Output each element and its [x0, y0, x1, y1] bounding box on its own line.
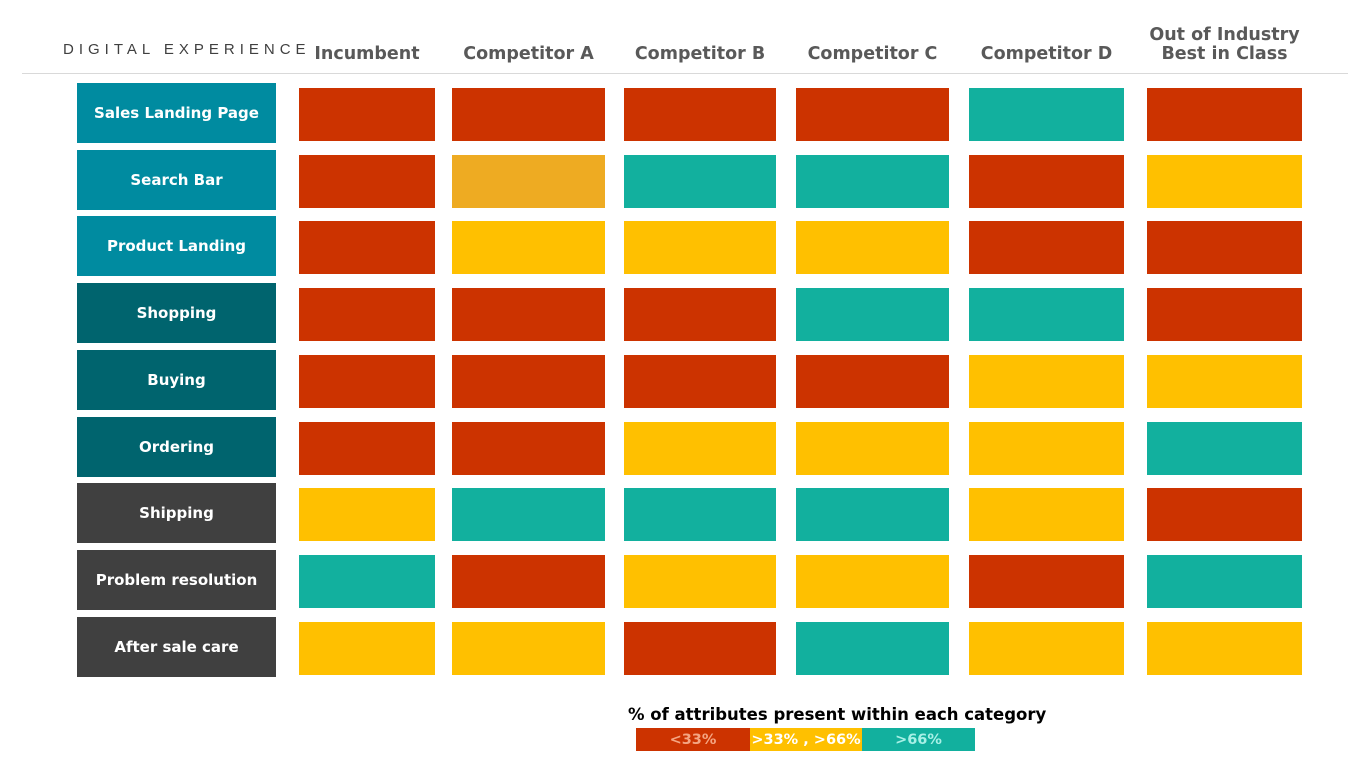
heatmap-cell [299, 288, 435, 342]
heatmap-cell [796, 288, 949, 342]
column-header-line: Competitor B [634, 44, 766, 64]
column-header: Competitor B [609, 20, 791, 64]
heatmap-cell [969, 221, 1124, 275]
heatmap-cell [299, 421, 435, 475]
heatmap-cell [299, 621, 435, 675]
heatmap-cell [299, 221, 435, 275]
heatmap-cell [1147, 288, 1302, 342]
heatmap-cell [796, 354, 949, 408]
heatmap-cell [624, 354, 776, 408]
heatmap-cell [452, 154, 605, 208]
heatmap-cell [624, 288, 776, 342]
column-header-text: Competitor B [609, 45, 791, 64]
heatmap-cell [969, 288, 1124, 342]
heatmap-cell [796, 554, 949, 608]
column-header-text: Competitor D [954, 45, 1139, 64]
heatmap-cell [452, 288, 605, 342]
heatmap-cell [796, 88, 949, 141]
column-header-line: Best in Class [1161, 44, 1288, 64]
legend-title: % of attributes present within each cate… [628, 705, 1047, 724]
heatmap-cell [452, 221, 605, 275]
column-header: Competitor A [437, 20, 620, 64]
row-label: Search Bar [77, 149, 276, 210]
legend-entry-mid: >33% , >66% [750, 728, 862, 751]
column-header-line: Competitor C [807, 44, 938, 64]
section-title: DIGITAL EXPERIENCE [63, 41, 311, 58]
legend-entry-high: >66% [862, 728, 975, 751]
heatmap-cell [1147, 621, 1302, 675]
heatmap-cell [1147, 354, 1302, 408]
heatmap-cell [299, 154, 435, 208]
heatmap-cell [452, 421, 605, 475]
heatmap-cell [624, 154, 776, 208]
header-divider [22, 73, 1348, 74]
row-label: Ordering [77, 416, 276, 477]
column-header-text: Out of Industry Best in Class [1132, 26, 1317, 64]
heatmap-cell [452, 88, 605, 141]
heatmap-cell [624, 621, 776, 675]
column-header-line: Competitor D [980, 44, 1113, 64]
heatmap-cell [796, 154, 949, 208]
heatmap-cell [1147, 154, 1302, 208]
heatmap-cell [1147, 554, 1302, 608]
column-header-text: Competitor C [781, 45, 964, 64]
heatmap-cell [796, 621, 949, 675]
column-header-text: Incumbent [284, 45, 450, 64]
heatmap-cell [452, 354, 605, 408]
heatmap-cell [796, 488, 949, 542]
heatmap-cell [969, 354, 1124, 408]
heatmap-cell [796, 221, 949, 275]
heatmap-cell [969, 554, 1124, 608]
heatmap-cell [796, 421, 949, 475]
heatmap-cell [969, 154, 1124, 208]
heatmap-cell [1147, 488, 1302, 542]
heatmap-cell [624, 221, 776, 275]
heatmap-cell [452, 621, 605, 675]
row-label: Product Landing [77, 216, 276, 277]
heatmap-cell [624, 554, 776, 608]
row-label: After sale care [77, 616, 276, 677]
heatmap-cell [624, 421, 776, 475]
heatmap-cell [1147, 421, 1302, 475]
row-label: Sales Landing Page [77, 83, 276, 143]
heatmap-cell [452, 554, 605, 608]
heatmap-cell [452, 488, 605, 542]
column-header: Competitor C [781, 20, 964, 64]
heatmap-cell [299, 554, 435, 608]
column-header: Competitor D [954, 20, 1139, 64]
row-label: Problem resolution [77, 549, 276, 610]
heatmap-cell [969, 88, 1124, 141]
heatmap-cell [1147, 88, 1302, 141]
heatmap-cell [624, 488, 776, 542]
heatmap-cell [624, 88, 776, 141]
column-header-line: Competitor A [463, 44, 594, 64]
heatmap-cell [299, 88, 435, 141]
heatmap-cell [969, 488, 1124, 542]
column-header-text: Competitor A [437, 45, 620, 64]
heatmap-cell [1147, 221, 1302, 275]
column-header-line: Out of Industry [1149, 25, 1300, 45]
heatmap-cell [969, 621, 1124, 675]
row-label: Shopping [77, 283, 276, 344]
heatmap-cell [299, 354, 435, 408]
column-header-line: Incumbent [314, 44, 420, 64]
column-header: Incumbent [284, 20, 450, 64]
row-label: Buying [77, 349, 276, 410]
heatmap-cell [969, 421, 1124, 475]
heatmap-cell [299, 488, 435, 542]
row-label: Shipping [77, 483, 276, 544]
legend-entry-low: <33% [636, 728, 750, 751]
column-header: Out of Industry Best in Class [1132, 20, 1317, 64]
